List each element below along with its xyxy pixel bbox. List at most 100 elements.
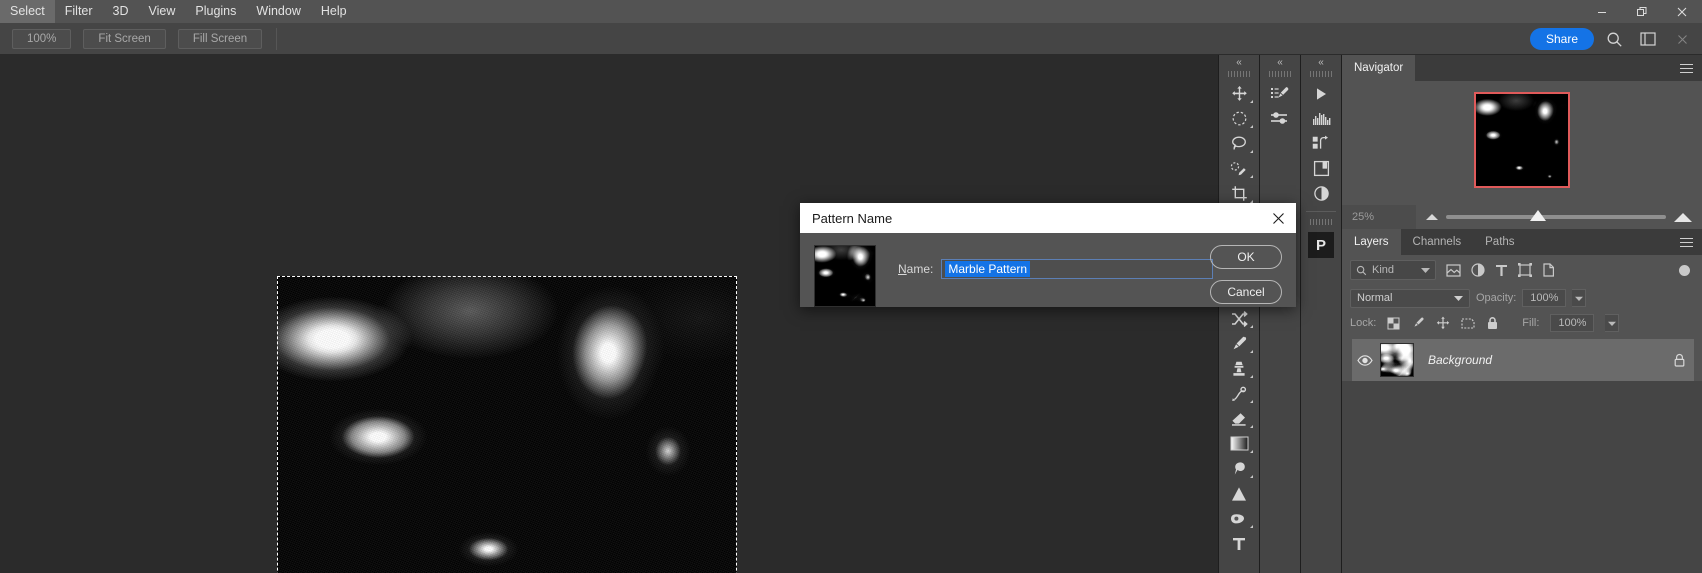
- brush-tool[interactable]: [1222, 331, 1256, 356]
- menu-item-view[interactable]: View: [139, 0, 186, 23]
- brush-group-drag-grip[interactable]: [1269, 71, 1291, 77]
- shuffle-tool[interactable]: [1222, 306, 1256, 331]
- document-canvas[interactable]: [277, 276, 737, 573]
- pen-tool[interactable]: [1222, 506, 1256, 531]
- menu-item-window[interactable]: Window: [246, 0, 310, 23]
- histogram-icon[interactable]: [1304, 106, 1338, 131]
- minimize-icon[interactable]: [1582, 0, 1622, 23]
- adjustments-icon[interactable]: [1263, 106, 1297, 131]
- navigator-zoom-slider-area[interactable]: [1416, 210, 1702, 222]
- chevron-down-icon: [1421, 268, 1430, 273]
- pattern-name-input[interactable]: Marble Pattern: [941, 259, 1214, 279]
- layers-panel-menu-icon[interactable]: [1676, 229, 1696, 255]
- adjustments-circle-icon[interactable]: [1304, 181, 1338, 206]
- dodge-tool[interactable]: [1222, 456, 1256, 481]
- misc-panel-separator: [1306, 211, 1336, 212]
- pattern-name-dialog[interactable]: Pattern Name Name: Marble Pattern OK Can…: [800, 203, 1296, 307]
- dialog-close-icon[interactable]: [1260, 203, 1296, 233]
- table-row[interactable]: Background: [1352, 339, 1694, 381]
- fill-screen-button[interactable]: Fill Screen: [177, 28, 263, 49]
- filter-pixel-icon[interactable]: [1446, 263, 1461, 277]
- properties-drag-grip[interactable]: [1310, 219, 1332, 225]
- clone-stamp-tool[interactable]: [1222, 356, 1256, 381]
- navigator-view-box[interactable]: [1474, 92, 1570, 188]
- tab-layers[interactable]: Layers: [1342, 229, 1401, 255]
- filter-type-icon[interactable]: [1495, 264, 1508, 277]
- opacity-value[interactable]: 100%: [1522, 289, 1567, 307]
- layer-filter-row: Kind: [1342, 255, 1702, 285]
- blend-mode-row: Normal Opacity: 100%: [1342, 285, 1702, 311]
- zoom-out-icon[interactable]: [1426, 214, 1438, 220]
- fit-screen-button[interactable]: Fit Screen: [83, 28, 166, 49]
- menu-item-filter[interactable]: Filter: [55, 0, 103, 23]
- quick-selection-tool[interactable]: [1222, 156, 1256, 181]
- menu-item-3d[interactable]: 3D: [103, 0, 139, 23]
- restore-icon[interactable]: [1622, 0, 1662, 23]
- close-icon[interactable]: [1662, 0, 1702, 23]
- layer-thumbnail[interactable]: [1380, 343, 1414, 377]
- options-close-icon[interactable]: [1668, 26, 1696, 52]
- cancel-button[interactable]: Cancel: [1210, 280, 1282, 304]
- pattern-preview-thumbnail: [814, 245, 876, 307]
- workspace-icon[interactable]: [1634, 26, 1662, 52]
- navigator-zoom-value[interactable]: 25%: [1342, 205, 1416, 229]
- eraser-tool[interactable]: [1222, 406, 1256, 431]
- blend-mode-value: Normal: [1357, 292, 1393, 304]
- layer-name[interactable]: Background: [1428, 353, 1492, 367]
- ok-button[interactable]: OK: [1210, 245, 1282, 269]
- move-tool[interactable]: [1222, 81, 1256, 106]
- opacity-chevron-icon[interactable]: [1572, 289, 1587, 307]
- collapsed-panel-brush-group: «: [1260, 55, 1300, 573]
- zoom-in-icon[interactable]: [1674, 212, 1692, 222]
- fill-chevron-icon[interactable]: [1605, 314, 1620, 332]
- lock-artboard-nesting-icon[interactable]: [1461, 317, 1475, 330]
- brush-group-collapse-icon[interactable]: «: [1260, 55, 1300, 69]
- lock-position-icon[interactable]: [1436, 316, 1450, 330]
- search-icon[interactable]: [1600, 26, 1628, 52]
- name-label-rest: ame:: [906, 262, 934, 276]
- canvas-area[interactable]: [0, 55, 1218, 573]
- actions-icon[interactable]: [1304, 131, 1338, 156]
- navigator-thumbnail-area[interactable]: [1342, 81, 1702, 199]
- navigator-panel-menu-icon[interactable]: [1676, 55, 1696, 81]
- filter-shape-icon[interactable]: [1518, 263, 1532, 277]
- zoom-slider-thumb[interactable]: [1529, 210, 1546, 221]
- gradient-tool[interactable]: [1222, 431, 1256, 456]
- fill-value[interactable]: 100%: [1550, 314, 1595, 332]
- sharpen-tool[interactable]: [1222, 481, 1256, 506]
- lock-transparent-pixels-icon[interactable]: [1387, 317, 1400, 330]
- blend-mode-select[interactable]: Normal: [1350, 288, 1470, 308]
- properties-icon[interactable]: P: [1308, 232, 1334, 258]
- misc-group-collapse-icon[interactable]: «: [1301, 55, 1341, 69]
- lasso-tool[interactable]: [1222, 131, 1256, 156]
- zoom-100-button[interactable]: 100%: [12, 28, 72, 49]
- filter-adjustment-icon[interactable]: [1471, 263, 1485, 277]
- timeline-play-icon[interactable]: [1304, 81, 1338, 106]
- tools-drag-grip[interactable]: [1228, 71, 1250, 77]
- clone-stamp-tool-flyout-indicator: [1250, 375, 1253, 378]
- tab-channels[interactable]: Channels: [1400, 229, 1474, 255]
- layer-filter-toggle[interactable]: [1679, 264, 1690, 276]
- layer-filter-kind-select[interactable]: Kind: [1350, 260, 1436, 280]
- marquee-tool-flyout-indicator: [1250, 125, 1253, 128]
- lock-all-icon[interactable]: [1486, 316, 1499, 330]
- share-button[interactable]: Share: [1529, 28, 1594, 50]
- tab-paths[interactable]: Paths: [1473, 229, 1527, 255]
- zoom-slider-track[interactable]: [1446, 210, 1666, 221]
- menu-item-help[interactable]: Help: [311, 0, 357, 23]
- tools-collapse-icon[interactable]: «: [1219, 55, 1259, 69]
- dialog-title-bar[interactable]: Pattern Name: [800, 203, 1296, 233]
- layer-visibility-eye-icon[interactable]: [1352, 354, 1378, 366]
- menu-item-plugins[interactable]: Plugins: [185, 0, 246, 23]
- misc-group-drag-grip[interactable]: [1310, 71, 1332, 77]
- menu-item-select[interactable]: Select: [0, 0, 55, 23]
- filter-smart-object-icon[interactable]: [1542, 263, 1556, 277]
- history-brush-tool[interactable]: [1222, 381, 1256, 406]
- brush-settings-icon[interactable]: [1263, 81, 1297, 106]
- layer-comps-icon[interactable]: [1304, 156, 1338, 181]
- tab-navigator[interactable]: Navigator: [1342, 55, 1416, 81]
- layer-lock-icon[interactable]: [1673, 353, 1686, 367]
- lock-image-pixels-icon[interactable]: [1411, 316, 1425, 330]
- type-tool[interactable]: [1222, 531, 1256, 556]
- marquee-tool[interactable]: [1222, 106, 1256, 131]
